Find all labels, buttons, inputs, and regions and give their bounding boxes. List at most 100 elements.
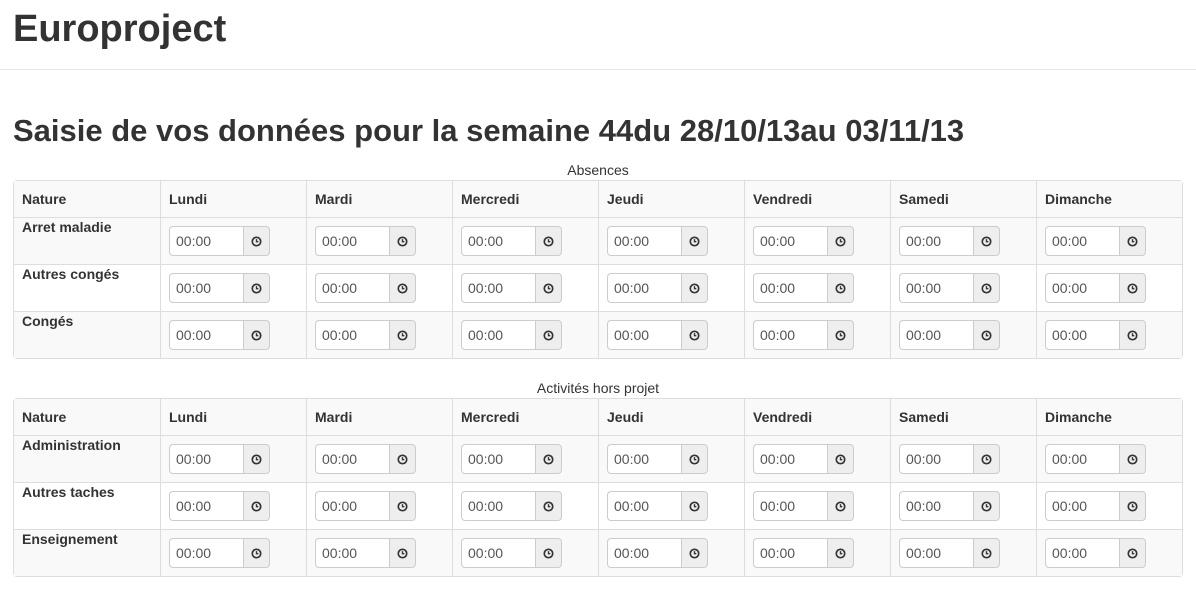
time-input[interactable] (169, 226, 243, 257)
time-input[interactable] (1045, 226, 1119, 257)
time-input[interactable] (607, 226, 681, 257)
time-input[interactable] (1045, 491, 1119, 522)
clock-icon[interactable] (827, 491, 854, 522)
time-input[interactable] (169, 491, 243, 522)
time-input[interactable] (607, 444, 681, 475)
clock-icon[interactable] (389, 226, 416, 257)
time-input[interactable] (899, 226, 973, 257)
clock-icon[interactable] (973, 444, 1000, 475)
clock-icon[interactable] (973, 320, 1000, 351)
time-input[interactable] (1045, 273, 1119, 304)
clock-icon[interactable] (389, 320, 416, 351)
clock-icon[interactable] (243, 226, 270, 257)
clock-icon[interactable] (681, 538, 708, 569)
time-input[interactable] (315, 538, 389, 569)
time-input[interactable] (899, 444, 973, 475)
clock-icon[interactable] (827, 273, 854, 304)
time-input[interactable] (169, 320, 243, 351)
time-input[interactable] (607, 320, 681, 351)
clock-icon[interactable] (535, 491, 562, 522)
table-row: Autres taches (14, 482, 1182, 530)
clock-icon[interactable] (1119, 491, 1146, 522)
clock-icon[interactable] (243, 538, 270, 569)
time-picker (1045, 226, 1146, 257)
time-input[interactable] (315, 273, 389, 304)
time-input[interactable] (753, 226, 827, 257)
clock-icon[interactable] (243, 491, 270, 522)
day-cell (598, 482, 744, 530)
time-input[interactable] (899, 538, 973, 569)
time-picker (607, 444, 708, 475)
nature-label: Administration (14, 435, 160, 483)
clock-icon[interactable] (243, 320, 270, 351)
clock-icon[interactable] (973, 273, 1000, 304)
time-input[interactable] (1045, 538, 1119, 569)
time-input[interactable] (899, 320, 973, 351)
nature-label: Enseignement (14, 529, 160, 577)
clock-icon[interactable] (681, 273, 708, 304)
time-picker (753, 538, 854, 569)
clock-icon[interactable] (389, 491, 416, 522)
day-cell (598, 311, 744, 359)
clock-icon[interactable] (681, 320, 708, 351)
nature-label: Autres congés (14, 264, 160, 312)
time-input[interactable] (461, 444, 535, 475)
clock-icon[interactable] (827, 538, 854, 569)
clock-icon[interactable] (535, 320, 562, 351)
time-input[interactable] (1045, 320, 1119, 351)
clock-icon[interactable] (973, 538, 1000, 569)
clock-icon[interactable] (1119, 538, 1146, 569)
clock-icon[interactable] (389, 538, 416, 569)
time-input[interactable] (753, 491, 827, 522)
day-cell (160, 529, 306, 577)
time-input[interactable] (315, 491, 389, 522)
clock-icon[interactable] (535, 226, 562, 257)
time-input[interactable] (461, 491, 535, 522)
clock-icon[interactable] (1119, 444, 1146, 475)
time-picker (169, 320, 270, 351)
clock-icon[interactable] (973, 226, 1000, 257)
time-input[interactable] (753, 320, 827, 351)
clock-icon[interactable] (389, 444, 416, 475)
clock-icon[interactable] (681, 444, 708, 475)
time-input[interactable] (899, 491, 973, 522)
clock-icon[interactable] (973, 491, 1000, 522)
clock-icon[interactable] (827, 226, 854, 257)
time-input[interactable] (899, 273, 973, 304)
time-input[interactable] (753, 538, 827, 569)
clock-icon[interactable] (1119, 320, 1146, 351)
time-input[interactable] (169, 273, 243, 304)
time-input[interactable] (461, 226, 535, 257)
time-input[interactable] (1045, 444, 1119, 475)
clock-icon[interactable] (535, 538, 562, 569)
clock-icon[interactable] (535, 273, 562, 304)
clock-icon[interactable] (681, 226, 708, 257)
time-input[interactable] (461, 320, 535, 351)
table-row: Arret maladie (14, 217, 1182, 265)
clock-icon[interactable] (389, 273, 416, 304)
brand-title[interactable]: Europroject (13, 10, 226, 48)
day-cell (890, 529, 1036, 577)
time-input[interactable] (607, 273, 681, 304)
clock-icon[interactable] (681, 491, 708, 522)
clock-icon[interactable] (243, 444, 270, 475)
time-input[interactable] (753, 273, 827, 304)
time-input[interactable] (461, 538, 535, 569)
clock-icon[interactable] (1119, 273, 1146, 304)
time-picker (753, 273, 854, 304)
time-input[interactable] (461, 273, 535, 304)
time-input[interactable] (315, 320, 389, 351)
time-input[interactable] (315, 444, 389, 475)
clock-icon[interactable] (827, 320, 854, 351)
clock-icon[interactable] (1119, 226, 1146, 257)
time-input[interactable] (315, 226, 389, 257)
clock-icon[interactable] (827, 444, 854, 475)
time-input[interactable] (169, 538, 243, 569)
clock-icon[interactable] (243, 273, 270, 304)
time-input[interactable] (607, 491, 681, 522)
time-input[interactable] (753, 444, 827, 475)
clock-icon[interactable] (535, 444, 562, 475)
time-input[interactable] (169, 444, 243, 475)
column-header: Vendredi (744, 399, 890, 436)
time-input[interactable] (607, 538, 681, 569)
